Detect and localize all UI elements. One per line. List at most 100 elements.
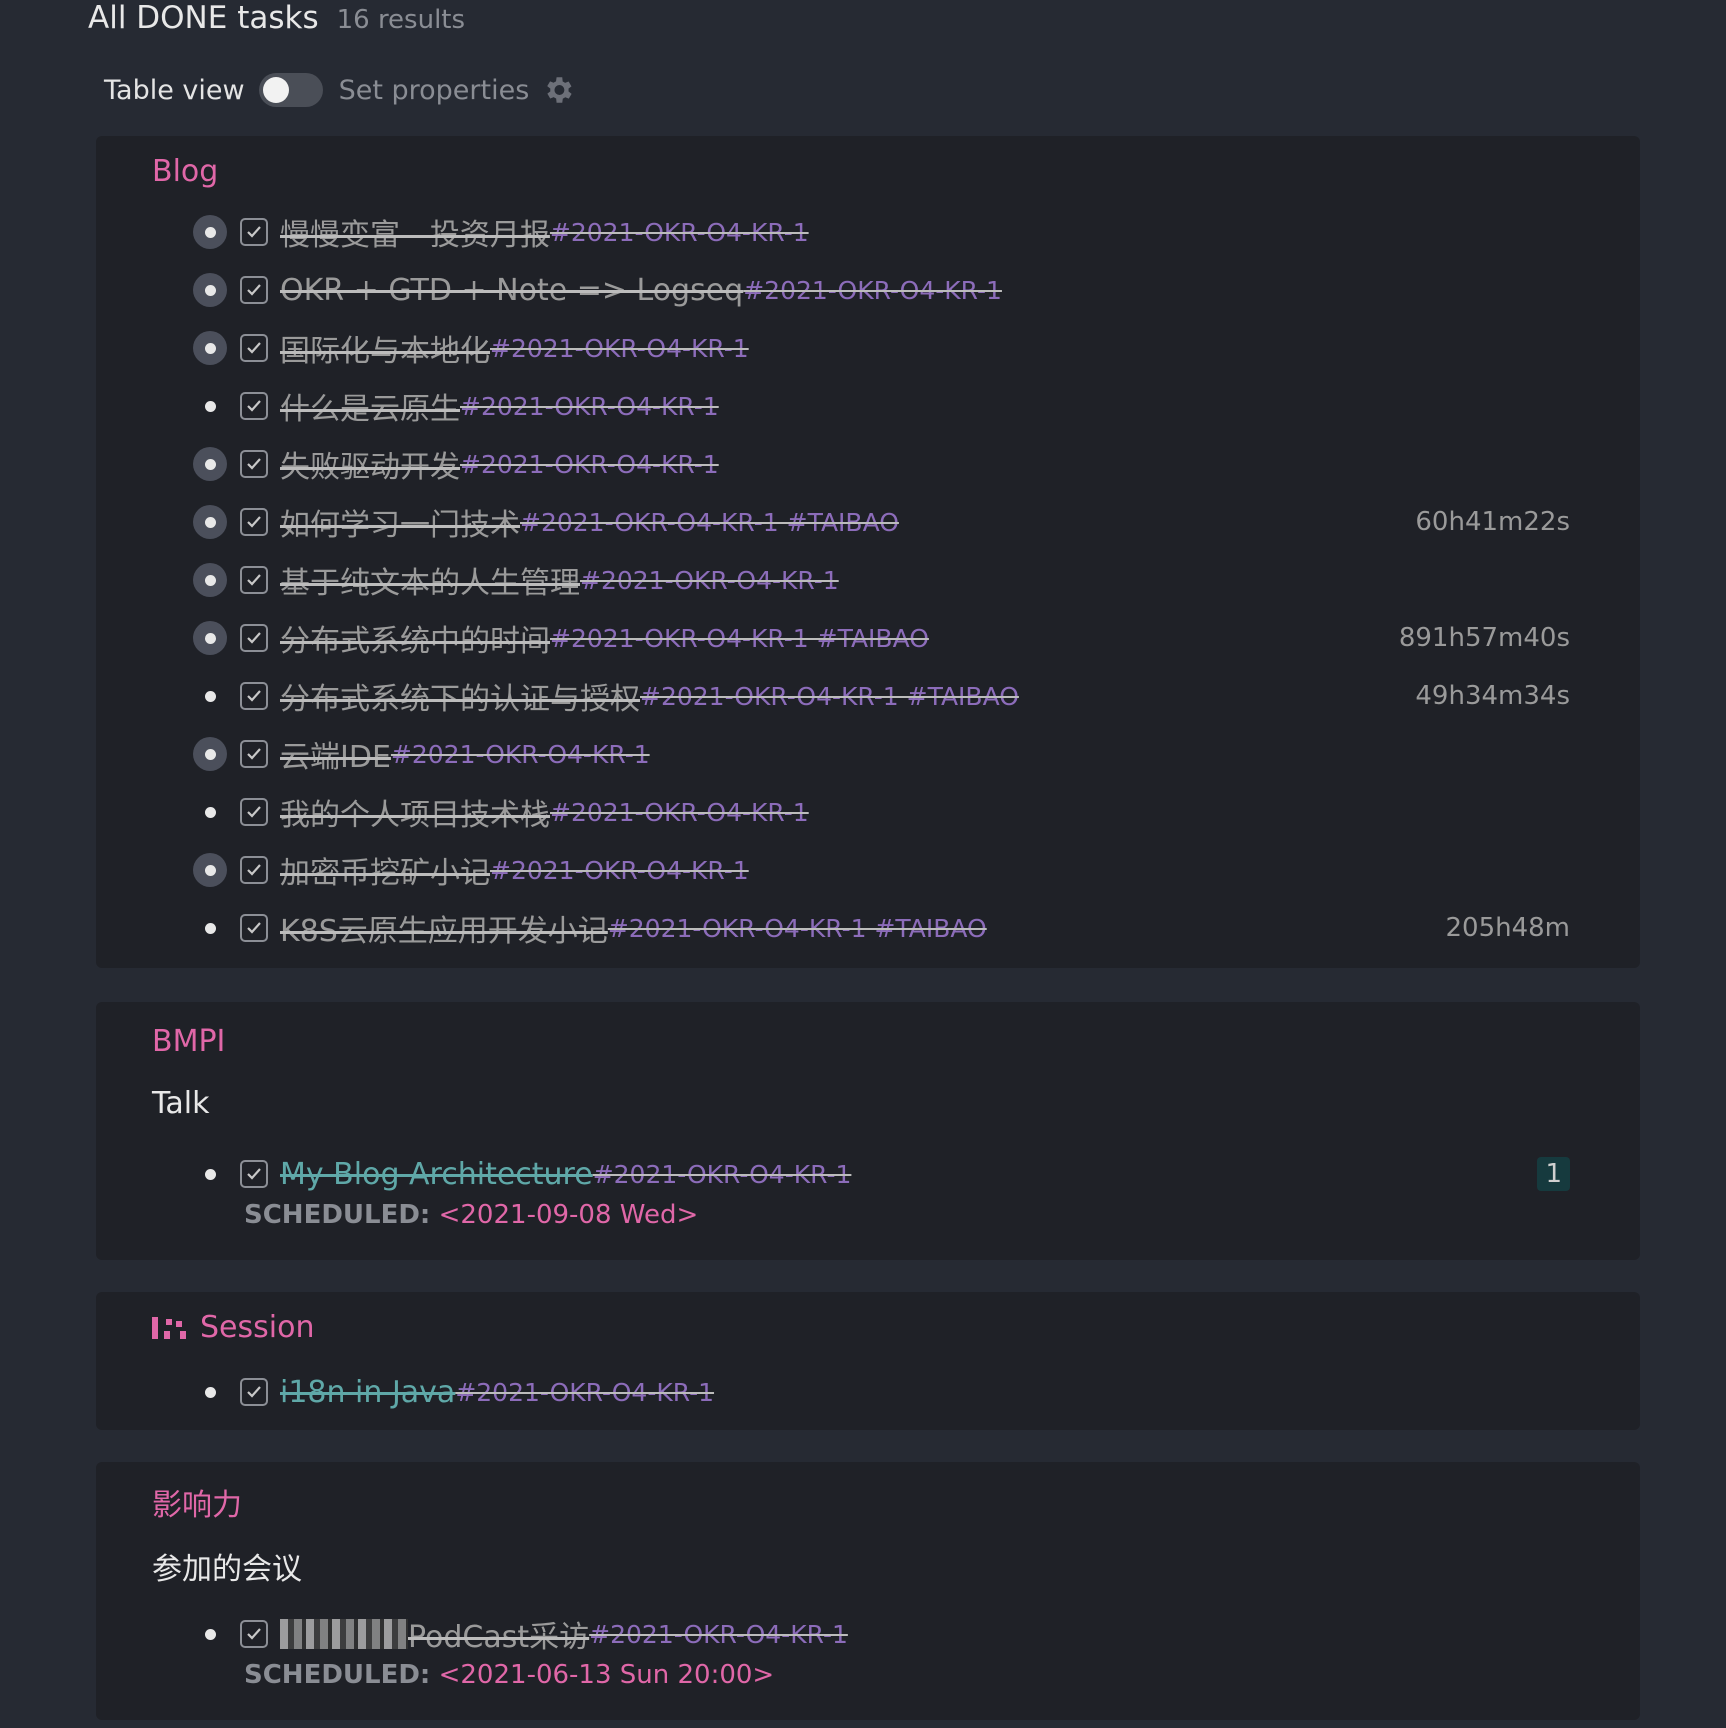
task-text[interactable]: PodCast采访 <box>408 1612 589 1656</box>
task-text[interactable]: K8S云原生应用开发小记 <box>280 906 608 950</box>
task-row: 云端IDE #2021-OKR-O4-KR-1 <box>192 728 1570 780</box>
check-icon <box>247 864 261 876</box>
check-icon <box>247 748 261 760</box>
task-checkbox[interactable] <box>240 624 268 652</box>
bullet[interactable] <box>192 620 228 656</box>
task-checkbox[interactable] <box>240 334 268 362</box>
task-tags[interactable]: #2021-OKR-O4-KR-1 #TAIBAO <box>640 682 1019 711</box>
group-blog: Blog 慢慢变富 - 投资月报 #2021-OKR-O4-KR-1 OKR + … <box>96 136 1640 968</box>
task-tags[interactable]: #2021-OKR-O4-KR-1 <box>460 450 719 479</box>
task-checkbox[interactable] <box>240 682 268 710</box>
task-tags[interactable]: #2021-OKR-O4-KR-1 #TAIBAO <box>550 624 929 653</box>
task-checkbox[interactable] <box>240 508 268 536</box>
task-checkbox[interactable] <box>240 1160 268 1188</box>
task-text[interactable]: 分布式系统下的认证与授权 <box>280 674 640 718</box>
task-tags[interactable]: #2021-OKR-O4-KR-1 <box>589 1620 848 1649</box>
check-icon <box>247 400 261 412</box>
task-checkbox[interactable] <box>240 392 268 420</box>
task-checkbox[interactable] <box>240 798 268 826</box>
task-text[interactable]: 云端IDE <box>280 732 391 776</box>
task-text[interactable]: 如何学习一门技术 <box>280 500 520 544</box>
query-results-page: All DONE tasks 16 results Table view Set… <box>0 0 1726 1728</box>
task-tags[interactable]: #2021-OKR-O4-KR-1 <box>550 798 809 827</box>
table-view-label: Table view <box>104 74 245 106</box>
scheduled-date[interactable]: <2021-06-13 Sun 20:00> <box>439 1660 775 1690</box>
gear-icon[interactable] <box>541 73 575 107</box>
task-row: K8S云原生应用开发小记 #2021-OKR-O4-KR-1 #TAIBAO 20… <box>192 902 1570 954</box>
task-text[interactable]: 分布式系统中的时间 <box>280 616 550 660</box>
bullet[interactable] <box>192 852 228 888</box>
task-checkbox[interactable] <box>240 914 268 942</box>
task-text[interactable]: 失败驱动开发 <box>280 442 460 486</box>
task-text[interactable]: My Blog Architecture <box>280 1157 593 1192</box>
task-text[interactable]: OKR + GTD + Note => Logseq <box>280 273 743 308</box>
table-view-toggle[interactable] <box>258 73 323 107</box>
task-text[interactable]: i18n in Java <box>280 1375 455 1410</box>
task-checkbox[interactable] <box>240 1620 268 1648</box>
task-text[interactable]: 我的个人项目技术栈 <box>280 790 550 834</box>
task-row: OKR + GTD + Note => Logseq #2021-OKR-O4-… <box>192 264 1570 316</box>
group-influence: 影响力 参加的会议 PodCast采访 #2021-OKR-O4-KR-1 SC… <box>96 1462 1640 1720</box>
reference-count-badge[interactable]: 1 <box>1537 1157 1570 1191</box>
group-title-bmpi[interactable]: BMPI <box>152 1024 225 1059</box>
bullet[interactable] <box>192 910 228 946</box>
task-checkbox[interactable] <box>240 450 268 478</box>
task-tags[interactable]: #2021-OKR-O4-KR-1 <box>391 740 650 769</box>
task-row: 慢慢变富 - 投资月报 #2021-OKR-O4-KR-1 <box>192 206 1570 258</box>
task-row: 国际化与本地化 #2021-OKR-O4-KR-1 <box>192 322 1570 374</box>
task-tags[interactable]: #2021-OKR-O4-KR-1 <box>593 1160 852 1189</box>
page-icon <box>152 1316 186 1339</box>
task-row: 分布式系统下的认证与授权 #2021-OKR-O4-KR-1 #TAIBAO 49… <box>192 670 1570 722</box>
subheading-talk: Talk <box>152 1086 210 1121</box>
query-header: All DONE tasks 16 results <box>88 0 465 36</box>
task-checkbox[interactable] <box>240 1378 268 1406</box>
bullet[interactable] <box>192 504 228 540</box>
task-text[interactable]: 加密币挖矿小记 <box>280 848 490 892</box>
task-tags[interactable]: #2021-OKR-O4-KR-1 #TAIBAO <box>520 508 899 537</box>
task-row: PodCast采访 #2021-OKR-O4-KR-1 <box>192 1608 1570 1660</box>
task-checkbox[interactable] <box>240 740 268 768</box>
bullet[interactable] <box>192 1156 228 1192</box>
check-icon <box>247 284 261 296</box>
task-tags[interactable]: #2021-OKR-O4-KR-1 <box>460 392 719 421</box>
task-row: 我的个人项目技术栈 #2021-OKR-O4-KR-1 <box>192 786 1570 838</box>
time-spent: 49h34m34s <box>1415 681 1570 711</box>
bullet[interactable] <box>192 562 228 598</box>
task-tags[interactable]: #2021-OKR-O4-KR-1 <box>580 566 839 595</box>
task-checkbox[interactable] <box>240 218 268 246</box>
task-tags[interactable]: #2021-OKR-O4-KR-1 <box>550 218 809 247</box>
bullet[interactable] <box>192 272 228 308</box>
task-text[interactable]: 基于纯文本的人生管理 <box>280 558 580 602</box>
task-text[interactable]: 国际化与本地化 <box>280 326 490 370</box>
scheduled-label: SCHEDULED: <box>244 1660 431 1690</box>
bullet[interactable] <box>192 446 228 482</box>
task-tags[interactable]: #2021-OKR-O4-KR-1 <box>490 856 749 885</box>
set-properties-link[interactable]: Set properties <box>339 75 530 106</box>
task-text[interactable]: 慢慢变富 - 投资月报 <box>280 210 550 254</box>
task-checkbox[interactable] <box>240 566 268 594</box>
task-checkbox[interactable] <box>240 856 268 884</box>
group-title-blog[interactable]: Blog <box>152 154 218 189</box>
check-icon <box>247 574 261 586</box>
bullet[interactable] <box>192 678 228 714</box>
bullet[interactable] <box>192 736 228 772</box>
task-row: My Blog Architecture #2021-OKR-O4-KR-1 1 <box>192 1148 1570 1200</box>
task-tags[interactable]: #2021-OKR-O4-KR-1 #TAIBAO <box>608 914 987 943</box>
bullet[interactable] <box>192 330 228 366</box>
group-title-influence[interactable]: 影响力 <box>152 1480 242 1524</box>
time-spent: 205h48m <box>1445 913 1570 943</box>
task-tags[interactable]: #2021-OKR-O4-KR-1 <box>455 1378 714 1407</box>
task-tags[interactable]: #2021-OKR-O4-KR-1 <box>490 334 749 363</box>
scheduled-date[interactable]: <2021-09-08 Wed> <box>439 1200 699 1230</box>
task-text[interactable]: 什么是云原生 <box>280 384 460 428</box>
bullet[interactable] <box>192 1374 228 1410</box>
task-checkbox[interactable] <box>240 276 268 304</box>
bullet[interactable] <box>192 1616 228 1652</box>
bullet[interactable] <box>192 388 228 424</box>
bullet[interactable] <box>192 214 228 250</box>
group-title-session[interactable]: Session <box>152 1310 314 1345</box>
check-icon <box>247 458 261 470</box>
task-tags[interactable]: #2021-OKR-O4-KR-1 <box>743 276 1002 305</box>
task-row: i18n in Java #2021-OKR-O4-KR-1 <box>192 1366 1570 1418</box>
bullet[interactable] <box>192 794 228 830</box>
